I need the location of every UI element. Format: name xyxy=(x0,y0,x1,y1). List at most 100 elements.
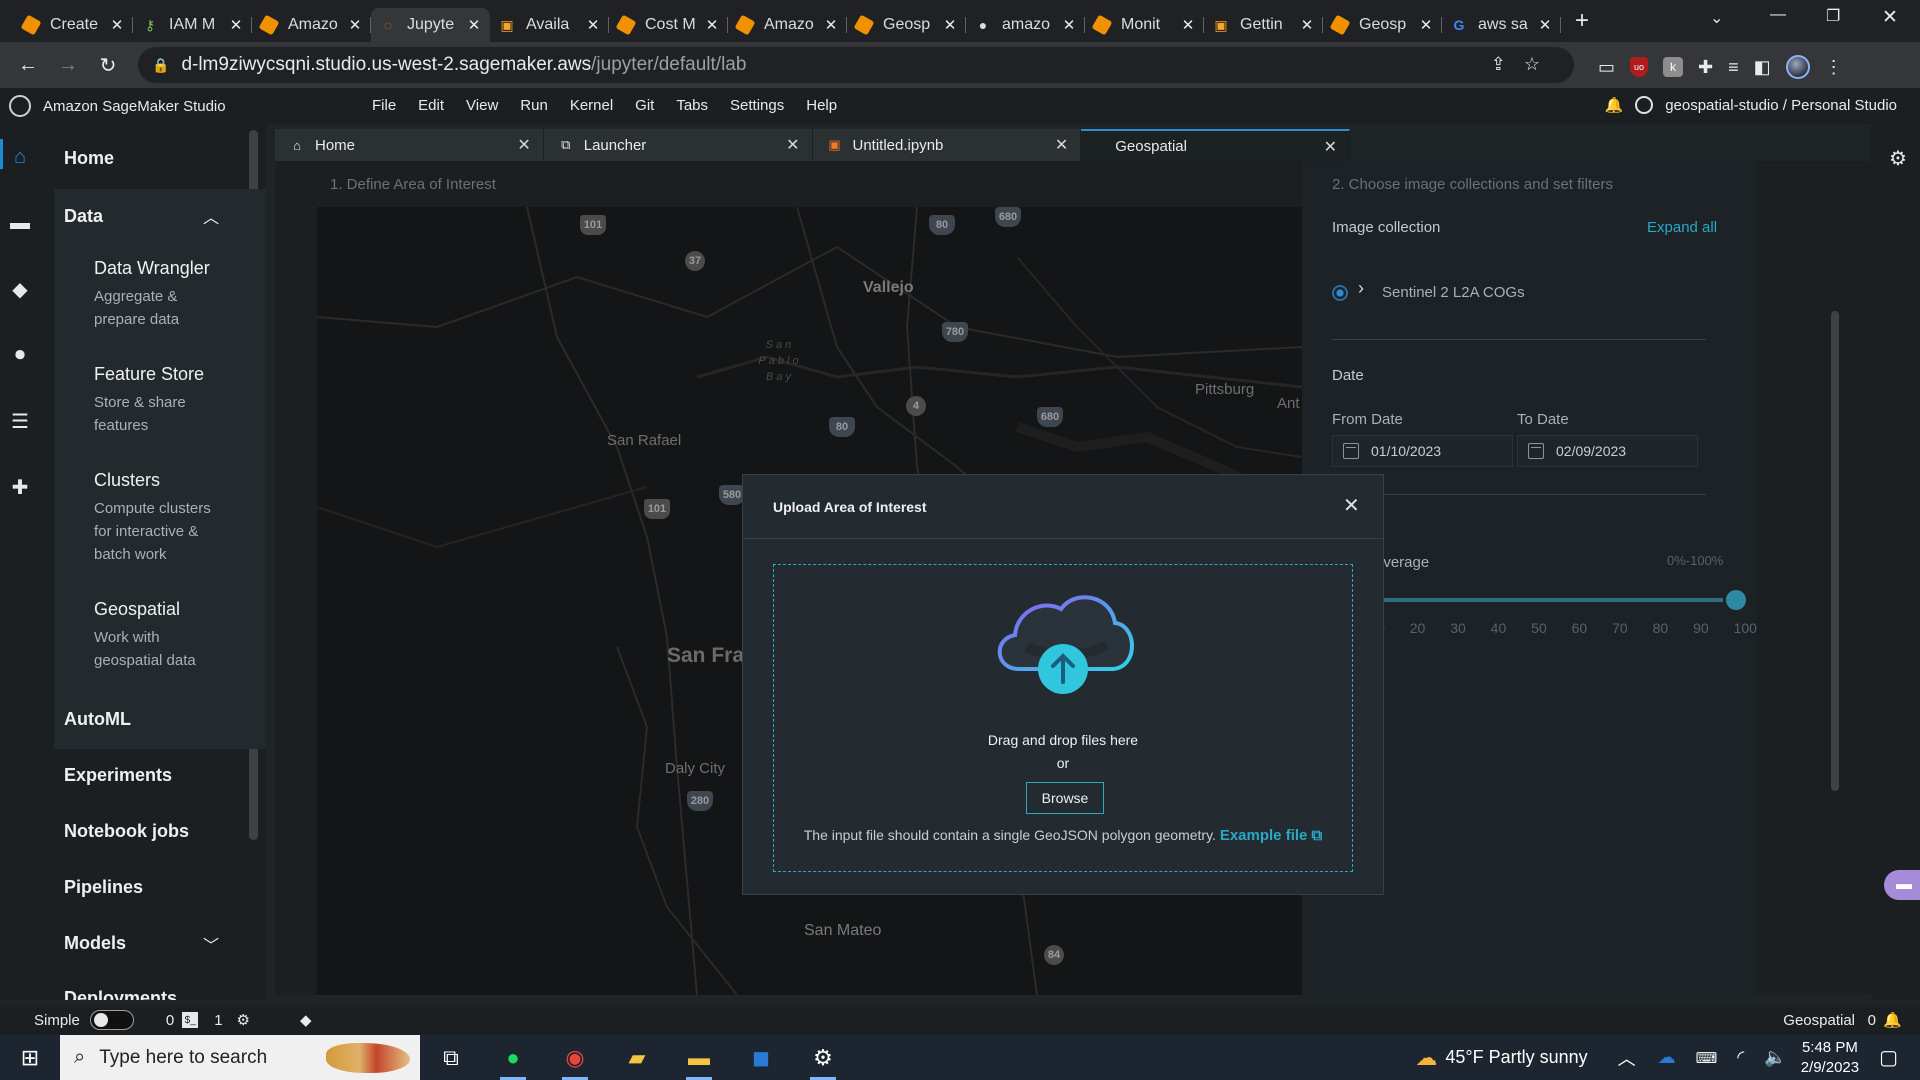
sidebar-item-experiments[interactable]: Experiments xyxy=(64,765,172,786)
sidebar-item-automl[interactable]: AutoML xyxy=(64,709,131,730)
tab-search-icon[interactable]: ⌄ xyxy=(1710,8,1723,28)
ublock-icon[interactable]: uo xyxy=(1630,57,1649,77)
browser-tab[interactable]: ⚷ IAM M ✕ xyxy=(133,8,252,42)
tab-close-icon[interactable]: ✕ xyxy=(228,16,244,34)
bookmark-star-icon[interactable]: ☆ xyxy=(1524,54,1558,74)
cast-icon[interactable]: ▭ xyxy=(1598,57,1615,78)
sidebar-item-feature-store[interactable]: Feature Store Store & share features xyxy=(94,364,229,437)
menu-edit[interactable]: Edit xyxy=(418,97,444,114)
close-tab-icon[interactable]: ✕ xyxy=(517,135,530,155)
back-button[interactable]: ← xyxy=(10,54,46,77)
chrome-icon[interactable]: ◉ xyxy=(544,1035,606,1080)
tab-close-icon[interactable]: ✕ xyxy=(1061,16,1077,34)
menu-view[interactable]: View xyxy=(466,97,498,114)
volume-icon[interactable]: 🔈 xyxy=(1764,1047,1786,1068)
simple-mode-toggle[interactable] xyxy=(89,1010,134,1030)
action-center-icon[interactable]: ▢ xyxy=(1879,1045,1898,1070)
browser-tab[interactable]: Amazo ✕ xyxy=(728,8,847,42)
cloud-slider-track[interactable] xyxy=(1342,598,1723,602)
status-bell-icon[interactable]: 🔔 xyxy=(1883,1011,1902,1029)
wifi-icon[interactable]: ◜ xyxy=(1737,1047,1744,1068)
tab-close-icon[interactable]: ✕ xyxy=(704,16,720,34)
share-icon[interactable]: ⇪ xyxy=(1491,54,1524,74)
tab-launcher[interactable]: ⧉ Launcher ✕ xyxy=(543,129,813,161)
tab-untitled-ipynb[interactable]: ▣ Untitled.ipynb ✕ xyxy=(812,129,1082,161)
chevron-down-icon[interactable]: ﹀ xyxy=(203,932,219,956)
running-terminals-icon[interactable]: ⏺ xyxy=(9,344,31,366)
sticky-notes-icon[interactable]: ▰ xyxy=(606,1035,668,1080)
browse-button[interactable]: Browse xyxy=(1026,782,1104,814)
close-tab-icon[interactable]: ✕ xyxy=(1055,135,1068,155)
menu-file[interactable]: File xyxy=(372,97,396,114)
tab-close-icon[interactable]: ✕ xyxy=(1537,16,1553,34)
extension-k-icon[interactable]: k xyxy=(1663,57,1684,77)
close-window-button[interactable]: ✕ xyxy=(1882,6,1898,29)
tab-close-icon[interactable]: ✕ xyxy=(347,16,363,34)
sidebar-item-data[interactable]: Data xyxy=(64,206,103,227)
tab-close-icon[interactable]: ✕ xyxy=(823,16,839,34)
browser-tab[interactable]: Geosp ✕ xyxy=(847,8,966,42)
tab-close-icon[interactable]: ✕ xyxy=(1180,16,1196,34)
onedrive-icon[interactable]: ☁ xyxy=(1658,1047,1676,1068)
example-file-link[interactable]: Example file ⧉ xyxy=(1220,827,1322,844)
collection-radio[interactable] xyxy=(1332,285,1348,301)
tab-close-icon[interactable]: ✕ xyxy=(1418,16,1434,34)
windows-start-icon[interactable]: ⊞ xyxy=(0,1045,60,1071)
browser-tab[interactable]: Geosp ✕ xyxy=(1323,8,1442,42)
expand-all-link[interactable]: Expand all xyxy=(1647,219,1717,236)
close-tab-icon[interactable]: ✕ xyxy=(786,135,799,155)
sidebar-item-notebook-jobs[interactable]: Notebook jobs xyxy=(64,821,189,842)
browser-tab[interactable]: Create ✕ xyxy=(14,8,133,42)
tray-chevron-icon[interactable]: ︿ xyxy=(1618,1045,1636,1071)
address-bar[interactable]: 🔒 d-lm9ziwycsqni.studio.us-west-2.sagema… xyxy=(138,47,1574,83)
restore-button[interactable]: ❐ xyxy=(1826,6,1840,26)
close-tab-icon[interactable]: ✕ xyxy=(1324,137,1337,157)
profile-avatar[interactable] xyxy=(1785,55,1810,79)
sidebar-item-home[interactable]: Home xyxy=(64,148,114,169)
panel-scrollbar[interactable] xyxy=(1831,311,1839,791)
new-tab-button[interactable]: + xyxy=(1575,7,1589,35)
to-date-input[interactable]: 02/09/2023 xyxy=(1517,435,1698,467)
user-label[interactable]: geospatial-studio / Personal Studio xyxy=(1665,97,1897,114)
browser-tab[interactable]: ▣ Gettin ✕ xyxy=(1204,8,1323,42)
side-panel-icon[interactable]: ◧ xyxy=(1754,57,1771,78)
weather-text[interactable]: 45°F Partly sunny xyxy=(1445,1047,1587,1068)
browser-tab[interactable]: ● amazo ✕ xyxy=(966,8,1085,42)
from-date-input[interactable]: 01/10/2023 xyxy=(1332,435,1513,467)
chevron-up-icon[interactable]: ︿ xyxy=(203,204,219,228)
cloud-slider-handle[interactable] xyxy=(1726,590,1746,610)
git-status-icon[interactable]: ◆ xyxy=(300,1011,312,1029)
menu-help[interactable]: Help xyxy=(806,97,837,114)
browser-tab[interactable]: Cost M ✕ xyxy=(609,8,728,42)
browser-tab[interactable]: Gaws sa ✕ xyxy=(1442,8,1561,42)
tab-close-icon[interactable]: ✕ xyxy=(466,16,482,34)
chevron-right-icon[interactable]: › xyxy=(1358,278,1364,299)
settings-gear-icon[interactable]: ⚙ xyxy=(792,1035,854,1080)
spotify-icon[interactable]: ● xyxy=(482,1035,544,1080)
home-icon[interactable]: ⌂ xyxy=(9,146,31,168)
tab-close-icon[interactable]: ✕ xyxy=(942,16,958,34)
forward-button[interactable]: → xyxy=(50,54,86,77)
tab-close-icon[interactable]: ✕ xyxy=(109,16,125,34)
minimize-button[interactable]: — xyxy=(1770,6,1786,24)
close-icon[interactable]: ✕ xyxy=(1343,493,1360,518)
browser-tab[interactable]: Amazo ✕ xyxy=(252,8,371,42)
sidebar-item-geospatial[interactable]: Geospatial Work with geospatial data xyxy=(94,599,229,672)
table-of-contents-icon[interactable]: ☰ xyxy=(9,410,31,433)
browser-tab[interactable]: ▣ Availa ✕ xyxy=(490,8,609,42)
media-control-icon[interactable]: ≡ xyxy=(1728,57,1739,78)
task-view-icon[interactable]: ⧉ xyxy=(420,1035,482,1080)
terminal-icon[interactable]: $_ xyxy=(182,1012,199,1028)
sidebar-item-deployments[interactable]: Deployments xyxy=(64,988,177,1000)
kernel-gear-icon[interactable]: ⚙ xyxy=(237,1011,250,1029)
extensions-puzzle-icon[interactable]: ✚ xyxy=(1698,57,1713,78)
notification-bell-icon[interactable]: 🔔 xyxy=(1605,96,1624,114)
chat-feedback-icon[interactable]: ▬ xyxy=(1884,870,1920,900)
taskbar-search[interactable]: ⌕ Type here to search xyxy=(60,1035,420,1080)
menu-git[interactable]: Git xyxy=(635,97,654,114)
outlook-icon[interactable]: ◼ xyxy=(730,1035,792,1080)
menu-kernel[interactable]: Kernel xyxy=(570,97,613,114)
property-inspector-gear-icon[interactable]: ⚙ xyxy=(1889,146,1907,171)
sidebar-item-models[interactable]: Models xyxy=(64,933,126,954)
reload-button[interactable]: ↻ xyxy=(90,53,126,78)
